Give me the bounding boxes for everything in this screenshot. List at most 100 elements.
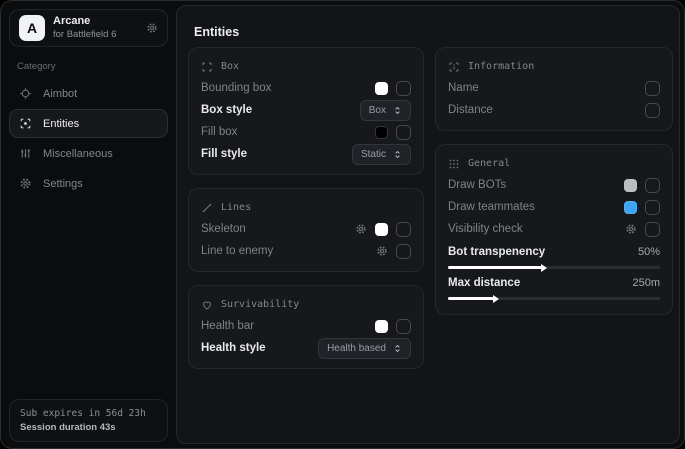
panel-box: Box Bounding box Box style Box [188,47,424,175]
health-bar-checkbox[interactable] [396,319,411,334]
row-skeleton: Skeleton [201,218,411,240]
sidebar-item-entities[interactable]: Entities [9,109,168,138]
setting-label: Skeleton [201,223,246,235]
slider-fill[interactable] [448,266,543,269]
row-draw-bots: Draw BOTs [448,174,660,196]
unfold-chevrons-icon [393,344,402,353]
app-subtitle: for Battlefield 6 [53,30,116,41]
gear-icon [18,177,32,190]
panel-information-header: Information [448,56,660,77]
draw-bots-color-swatch[interactable] [624,179,637,192]
panel-general-header: General [448,153,660,174]
setting-label: Health bar [201,320,254,332]
setting-label: Bounding box [201,82,271,94]
skeleton-checkbox[interactable] [396,222,411,237]
panel-survivability-header: Survivability [201,294,411,315]
app-logo: A [19,15,45,41]
sidebar-item-settings[interactable]: Settings [9,169,168,198]
bot-transparency-group: Bot transpenency 50% [448,243,660,269]
distance-checkbox[interactable] [645,103,660,118]
setting-label: Draw BOTs [448,179,506,191]
panel-box-header: Box [201,56,411,77]
slider-value: 250m [632,277,660,289]
sidebar-item-label: Miscellaneous [43,148,113,160]
slider-fill[interactable] [448,297,495,300]
fill-box-checkbox[interactable] [396,125,411,140]
fill-style-dropdown[interactable]: Static [352,144,411,165]
app-window: A Arcane for Battlefield 6 Category [0,0,685,449]
panel-survivability: Survivability Health bar Health style He… [188,285,424,369]
sub-expires-text: Sub expires in 56d 23h [20,408,157,419]
row-fill-style: Fill style Static [201,143,411,165]
panel-lines-header: Lines [201,197,411,218]
grid-dots-icon [448,158,460,170]
box-style-dropdown[interactable]: Box [360,100,411,121]
health-style-dropdown[interactable]: Health based [318,338,411,359]
setting-label: Draw teammates [448,201,535,213]
draw-bots-checkbox[interactable] [645,178,660,193]
row-health-bar: Health bar [201,315,411,337]
slider-label: Bot transpenency [448,246,545,258]
sidebar-item-aimbot[interactable]: Aimbot [9,79,168,108]
draw-teammates-checkbox[interactable] [645,200,660,215]
app-name: Arcane [53,15,116,28]
bounding-box-checkbox[interactable] [396,81,411,96]
session-duration-text: Session duration 43s [20,422,157,433]
row-bounding-box: Bounding box [201,77,411,99]
row-name: Name [448,77,660,99]
setting-label: Distance [448,104,493,116]
name-checkbox[interactable] [645,81,660,96]
bot-transparency-slider[interactable] [448,266,660,269]
skeleton-color-swatch[interactable] [375,223,388,236]
app-logo-letter: A [27,20,37,36]
heart-icon [201,299,213,311]
diagonal-line-icon [201,202,213,214]
setting-label: Line to enemy [201,245,273,257]
sidebar-item-miscellaneous[interactable]: Miscellaneous [9,139,168,168]
sidebar-item-label: Entities [43,118,79,130]
scan-eye-icon [18,117,32,130]
panel-lines: Lines Skeleton [188,188,424,272]
panel-general: General Draw BOTs Draw teammates [435,144,673,315]
setting-label: Name [448,82,479,94]
skeleton-settings-gear-icon[interactable] [355,223,367,235]
category-label: Category [17,61,168,72]
visibility-check-checkbox[interactable] [645,222,660,237]
row-distance: Distance [448,99,660,121]
line-to-enemy-checkbox[interactable] [396,244,411,259]
row-box-style: Box style Box [201,99,411,121]
subscription-card: Sub expires in 56d 23h Session duration … [9,399,168,442]
crosshair-icon [18,87,32,100]
app-meta: Arcane for Battlefield 6 [53,15,116,41]
setting-label: Health style [201,342,266,354]
setting-label: Fill box [201,126,237,138]
setting-label: Box style [201,104,252,116]
page-title: Entities [194,25,239,39]
sidebar-item-label: Settings [43,178,83,190]
row-health-style: Health style Health based [201,337,411,359]
max-distance-slider[interactable] [448,297,660,300]
health-bar-color-swatch[interactable] [375,320,388,333]
setting-label: Visibility check [448,223,523,235]
fill-box-color-swatch[interactable] [375,126,388,139]
sidebar-nav: Aimbot Entities [9,79,168,198]
panel-information: Information Name Distance [435,47,673,131]
slider-value: 50% [638,246,660,258]
row-draw-teammates: Draw teammates [448,196,660,218]
row-line-to-enemy: Line to enemy [201,240,411,262]
main-panel: Entities Box Bounding box [176,5,680,444]
visibility-check-settings-gear-icon[interactable] [625,223,637,235]
unfold-chevrons-icon [393,106,402,115]
row-fill-box: Fill box [201,121,411,143]
sidebar: A Arcane for Battlefield 6 Category [1,1,176,448]
max-distance-group: Max distance 250m [448,274,660,300]
left-column: Box Bounding box Box style Box [188,47,424,369]
slider-label: Max distance [448,277,520,289]
app-gear-icon[interactable] [146,22,158,34]
bounding-box-color-swatch[interactable] [375,82,388,95]
draw-teammates-color-swatch[interactable] [624,201,637,214]
unfold-chevrons-icon [393,150,402,159]
corner-brackets-icon [201,61,213,73]
right-column: Information Name Distance [435,47,673,315]
line-to-enemy-settings-gear-icon[interactable] [376,245,388,257]
